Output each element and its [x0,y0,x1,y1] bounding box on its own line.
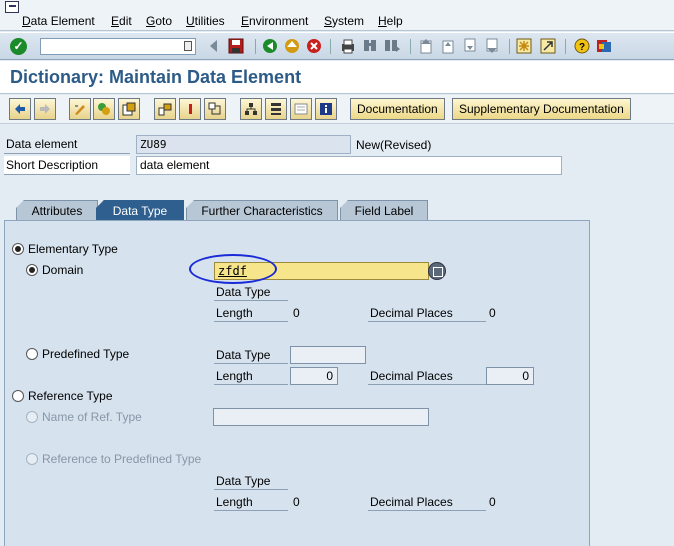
status-text: New(Revised) [356,138,432,152]
ref-type-name-label: Name of Ref. Type [42,410,142,424]
tab-further-characteristics[interactable]: Further Characteristics [186,200,338,221]
first-page-icon[interactable] [418,38,434,54]
command-field[interactable] [40,38,196,55]
predefined-decimal-label: Decimal Places [368,369,486,385]
system-menu-icon[interactable] [5,1,19,13]
other-object-icon[interactable] [118,98,140,120]
info-icon[interactable] [315,98,337,120]
domain-length-value: 0 [293,306,300,320]
menu-utilities[interactable]: Utilities [186,14,225,28]
hierarchy-icon[interactable] [240,98,262,120]
menu-environment[interactable]: Environment [241,14,308,28]
short-description-label: Short Description [4,156,130,175]
layout-icon[interactable] [596,38,612,54]
tab-attributes[interactable]: Attributes [16,200,98,221]
ref-length-value: 0 [293,495,300,509]
display-object-icon[interactable] [290,98,312,120]
domain-label: Domain [42,263,84,277]
create-shortcut-icon[interactable] [540,38,556,54]
predefined-data-type-field [290,346,366,364]
find-icon[interactable] [362,38,378,54]
predefined-data-type-label: Data Type [214,348,288,364]
check-icon[interactable] [154,98,176,120]
domain-decimal-value: 0 [489,306,496,320]
command-dropdown-icon[interactable] [184,41,192,51]
menu-edit[interactable]: Edit [111,14,132,28]
predefined-type-label: Predefined Type [42,347,130,361]
ref-decimal-label: Decimal Places [368,495,486,511]
tab-field-label[interactable]: Field Label [340,200,428,221]
where-used-icon[interactable] [204,98,226,120]
menu-system[interactable]: System [324,14,364,28]
print-icon[interactable] [340,38,356,54]
last-page-icon[interactable] [484,38,500,54]
short-description-field[interactable]: data element [136,156,562,175]
create-session-icon[interactable] [516,38,532,54]
ref-type-name-radio [26,411,38,423]
ref-data-type-label: Data Type [214,474,288,490]
menu-help[interactable]: Help [378,14,403,28]
active-inactive-icon[interactable] [93,98,115,120]
domain-radio[interactable] [26,264,38,276]
save-icon[interactable] [228,38,244,54]
object-list-icon[interactable] [265,98,287,120]
ref-decimal-value: 0 [489,495,496,509]
data-element-label: Data element [4,135,130,154]
back-icon[interactable] [208,39,220,53]
reference-type-radio[interactable] [12,390,24,402]
tab-data-type[interactable]: Data Type [96,200,184,221]
elementary-type-label: Elementary Type [28,242,118,256]
elementary-type-radio[interactable] [12,243,24,255]
exit-icon[interactable] [284,38,300,54]
display-change-icon[interactable] [69,98,91,120]
highlight-annotation [189,254,277,284]
ref-length-label: Length [214,495,288,511]
predefined-type-radio[interactable] [26,348,38,360]
back-arrow-icon[interactable] [9,98,31,120]
predefined-decimal-field: 0 [486,367,534,385]
predefined-length-label: Length [214,369,288,385]
enter-icon[interactable]: ✓ [10,38,27,55]
ref-predefined-label: Reference to Predefined Type [42,452,202,466]
domain-data-type-label: Data Type [214,285,288,301]
forward-arrow-icon[interactable] [34,98,56,120]
menu-goto[interactable]: Goto [146,14,172,28]
menu-bar: Data Element Edit Goto Utilities Environ… [0,0,674,31]
reference-type-label: Reference Type [28,389,113,403]
green-back-icon[interactable] [262,38,278,54]
standard-toolbar: ✓ ? [0,32,674,60]
domain-value-help-icon[interactable] [428,262,446,280]
svg-text:?: ? [579,42,585,53]
domain-length-label: Length [214,306,288,322]
menu-data-element[interactable]: Data Element [22,14,95,28]
page-title: Dictionary: Maintain Data Element [10,67,302,87]
domain-decimal-label: Decimal Places [368,306,486,322]
find-next-icon[interactable] [384,38,400,54]
help-icon[interactable]: ? [574,38,590,54]
previous-page-icon[interactable] [440,38,456,54]
predefined-length-field: 0 [290,367,338,385]
title-bar: Dictionary: Maintain Data Element [0,61,674,94]
next-page-icon[interactable] [462,38,478,54]
application-toolbar: Documentation Supplementary Documentatio… [0,95,674,124]
documentation-button[interactable]: Documentation [350,98,445,120]
ref-predefined-radio [26,453,38,465]
activate-icon[interactable] [179,98,201,120]
supplementary-documentation-button[interactable]: Supplementary Documentation [452,98,631,120]
cancel-icon[interactable] [306,38,322,54]
ref-type-name-field [213,408,429,426]
data-element-field: ZU89 [136,135,351,154]
